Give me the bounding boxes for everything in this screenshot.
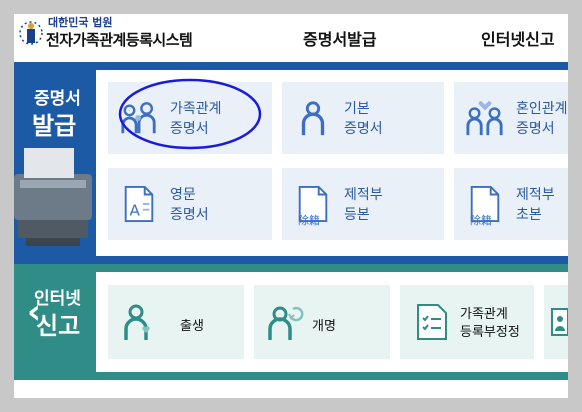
card-family-relation-certificate[interactable]: 가족관계 증명서 <box>108 78 272 154</box>
header: 대한민국 법원 전자가족관계등록시스템 증명서발급 인터넷신고 <box>14 14 568 58</box>
certificate-panel: 가족관계 증명서 기본 증명서 혼인관계 증명서 A 영문 증명서 除籍 제적부… <box>96 70 568 256</box>
printer-icon <box>14 148 92 246</box>
report-panel: 출생 개명 가족관계 등록부정정 <box>96 272 568 372</box>
card-marriage-certificate[interactable]: 혼인관계 증명서 <box>454 82 568 154</box>
person-icon <box>301 101 325 136</box>
card-partial-next[interactable] <box>544 285 568 359</box>
name-change-icon <box>268 306 304 340</box>
card-label: 개명 <box>312 319 336 334</box>
nav-internet-report[interactable]: 인터넷신고 <box>481 26 555 50</box>
system-title[interactable]: 전자가족관계등록시스템 <box>46 29 193 50</box>
english-document-icon: A <box>124 185 154 223</box>
card-label: 출생 <box>180 319 204 334</box>
card-label-line2: 증명서 <box>516 121 555 137</box>
nav-certificate-issue[interactable]: 증명서발급 <box>303 26 377 50</box>
right-edge-shade <box>568 0 582 412</box>
card-label-line2: 증명서 <box>170 207 209 223</box>
card-register-correction[interactable]: 가족관계 등록부정정 <box>400 285 534 359</box>
court-logo-icon <box>19 21 43 45</box>
card-english-certificate[interactable]: A 영문 증명서 <box>108 168 272 240</box>
card-label-line1: 제적부 <box>516 187 555 203</box>
certificate-label-line2: 발급 <box>32 112 77 140</box>
card-label-line2: 등본 <box>344 207 370 223</box>
card-label-line2: 초본 <box>516 207 542 223</box>
removed-register-mark: 除籍 <box>470 214 492 227</box>
card-label-line1: 제적부 <box>344 187 383 203</box>
checklist-document-icon <box>417 304 447 340</box>
card-label-line2: 증명서 <box>344 121 383 137</box>
prev-arrow-icon[interactable]: ‹ <box>14 292 54 332</box>
report-section: 인터넷 신고 출생 개명 가족관계 등록부정정 <box>14 264 568 380</box>
card-removed-register-full-copy[interactable]: 除籍 제적부 등본 <box>282 168 444 240</box>
svg-text:A: A <box>130 201 141 219</box>
bottom-strip <box>14 380 568 398</box>
removed-register-mark: 除籍 <box>298 214 320 227</box>
couple-icon <box>466 101 503 136</box>
birth-icon <box>124 304 150 340</box>
highlight-circle <box>118 78 262 150</box>
card-removed-register-extract[interactable]: 除籍 제적부 초본 <box>454 168 568 240</box>
card-basic-certificate[interactable]: 기본 증명서 <box>282 82 444 154</box>
app-frame: 대한민국 법원 전자가족관계등록시스템 증명서발급 인터넷신고 증명서 발급 가… <box>14 14 568 398</box>
document-person-icon <box>551 308 568 336</box>
card-birth-report[interactable]: 출생 <box>108 285 244 359</box>
card-label-line1: 혼인관계 <box>516 101 568 117</box>
card-label-line1: 가족관계 <box>460 307 508 322</box>
card-label-line2: 등록부정정 <box>460 325 520 340</box>
card-label-line1: 영문 <box>170 187 196 203</box>
card-label-line1: 기본 <box>344 101 370 117</box>
card-name-change-report[interactable]: 개명 <box>254 285 390 359</box>
certificate-section: 증명서 발급 가족관계 증명서 기본 증명서 혼인관계 증명서 A 영문 증명서… <box>14 62 568 264</box>
court-name: 대한민국 법원 <box>48 16 113 29</box>
